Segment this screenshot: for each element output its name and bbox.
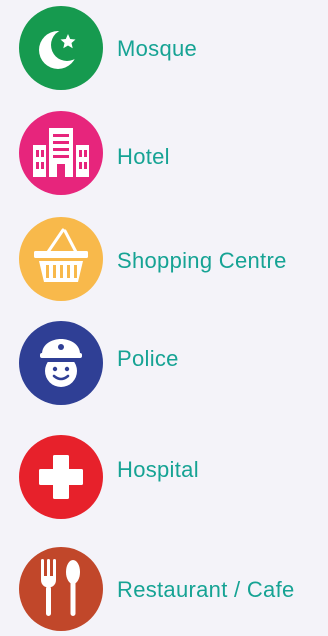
legend-item-hospital[interactable]: Hospital [0,434,328,524]
legend-label-police: Police [117,346,179,371]
legend-label-hospital: Hospital [117,457,199,482]
legend-item-police[interactable]: Police [0,320,328,410]
legend-item-hotel[interactable]: Hotel [0,110,328,200]
map-legend: Mosque Hotel Shopping Centre Police Hosp… [0,0,328,631]
building-icon [18,110,104,196]
basket-icon [18,216,104,302]
legend-item-shopping-centre[interactable]: Shopping Centre [0,216,328,306]
legend-item-restaurant-cafe[interactable]: Restaurant / Cafe [0,546,328,636]
fork-spoon-icon [18,546,104,632]
legend-label-shopping-centre: Shopping Centre [117,248,287,273]
legend-item-mosque[interactable]: Mosque [0,5,328,95]
legend-label-restaurant-cafe: Restaurant / Cafe [117,577,295,602]
crescent-star-icon [18,5,104,91]
legend-label-hotel: Hotel [117,144,170,169]
police-officer-icon [18,320,104,406]
legend-label-mosque: Mosque [117,36,198,61]
medical-cross-icon [18,434,104,520]
